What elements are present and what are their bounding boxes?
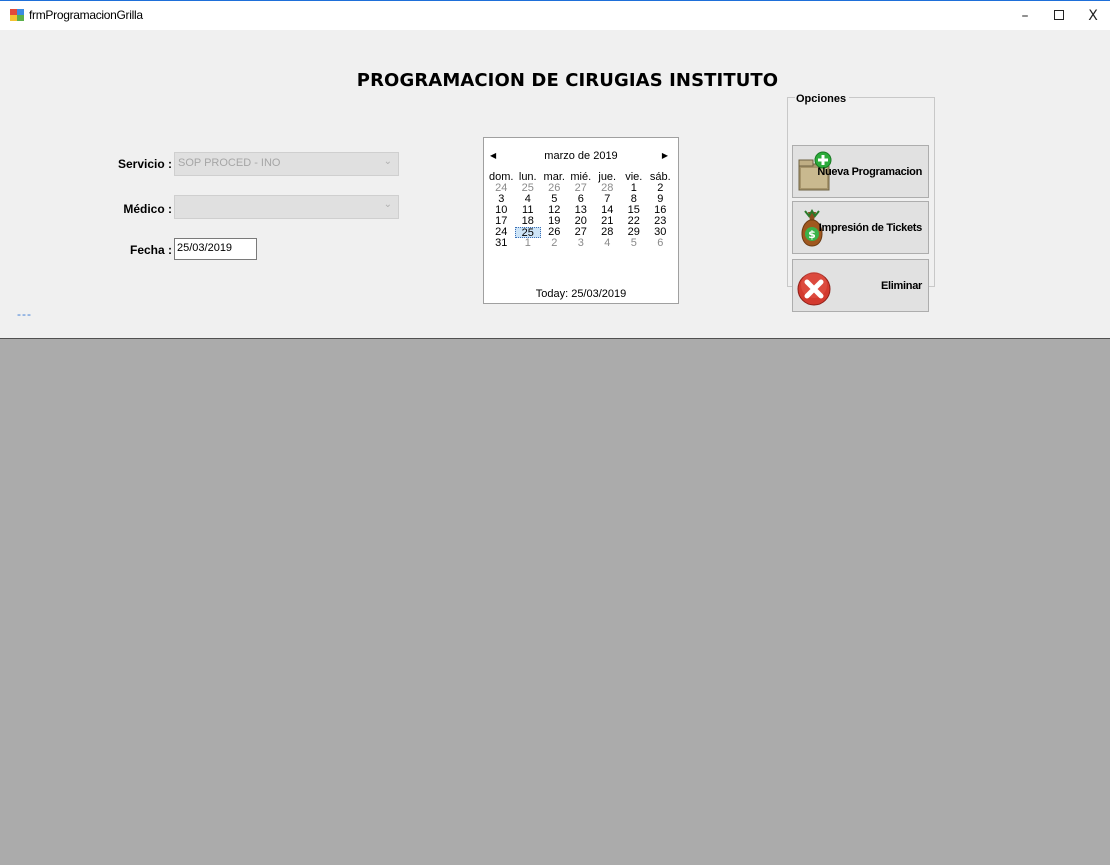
servicio-combo[interactable]: SOP PROCED - INO ⌄ <box>174 152 399 176</box>
status-text: --- <box>17 307 32 321</box>
minimize-button[interactable]: – <box>1008 1 1042 31</box>
calendar-today-label[interactable]: Today: 25/03/2019 <box>484 288 678 300</box>
form-title: PROGRAMACION DE CIRUGIAS INSTITUTO <box>356 70 779 91</box>
opciones-legend: Opciones <box>795 93 850 105</box>
app-icon <box>10 9 24 21</box>
chevron-down-icon: ⌄ <box>383 199 392 210</box>
servicio-value: SOP PROCED - INO <box>178 157 281 169</box>
calendar-day[interactable]: 6 <box>647 238 674 249</box>
impresion-tickets-label: Impresión de Tickets <box>818 222 923 234</box>
nueva-programacion-label: Nueva Programacion <box>817 166 922 178</box>
calendar-day[interactable]: 5 <box>621 238 648 249</box>
servicio-label: Servicio : <box>117 157 172 171</box>
calendar-day[interactable]: 3 <box>568 238 595 249</box>
maximize-button[interactable] <box>1042 1 1076 31</box>
medico-combo[interactable]: ⌄ <box>174 195 399 219</box>
chevron-down-icon: ⌄ <box>383 156 392 167</box>
close-button[interactable]: X <box>1076 1 1110 31</box>
calendar-day[interactable]: 4 <box>594 238 621 249</box>
next-month-icon[interactable]: ▶ <box>662 151 668 160</box>
calendar-grid: dom. lun. mar. mié. jue. vie. sáb. 24 25 26 27 28 1 2… <box>488 172 674 249</box>
eliminar-label: Eliminar <box>880 280 922 292</box>
svg-text:$: $ <box>808 228 816 241</box>
medico-label: Médico : <box>123 202 172 216</box>
impresion-tickets-button[interactable]: $ Impresión de Tickets <box>792 201 929 254</box>
delete-x-icon <box>797 272 831 306</box>
calendar-week-row: 31 1 2 3 4 5 6 <box>488 238 674 249</box>
month-calendar[interactable]: ◀ marzo de 2019 ▶ dom. lun. mar. mié. jue. vi… <box>483 137 679 304</box>
calendar-month-label[interactable]: marzo de 2019 <box>484 150 678 162</box>
fecha-input[interactable]: 25/03/2019 <box>174 238 257 260</box>
window-titlebar: frmProgramacionGrilla – X <box>0 0 1110 30</box>
eliminar-button[interactable]: Eliminar <box>792 259 929 312</box>
data-grid[interactable] <box>0 338 1110 865</box>
fecha-label: Fecha : <box>129 243 172 257</box>
form-panel: PROGRAMACION DE CIRUGIAS INSTITUTO Servi… <box>0 30 1110 338</box>
calendar-day[interactable]: 31 <box>488 238 515 249</box>
window-title: frmProgramacionGrilla <box>29 8 143 22</box>
calendar-day[interactable]: 2 <box>541 238 568 249</box>
calendar-day[interactable]: 18 <box>515 216 542 227</box>
nueva-programacion-button[interactable]: Nueva Programacion <box>792 145 929 198</box>
calendar-day[interactable]: 1 <box>515 238 542 249</box>
